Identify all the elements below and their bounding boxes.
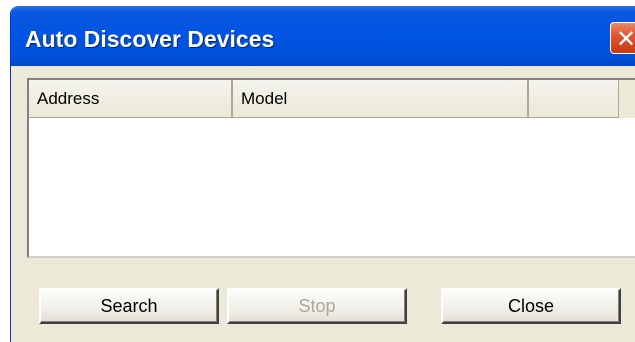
search-button[interactable]: Search [39, 288, 219, 324]
list-header: Address Model [29, 80, 635, 119]
auto-discover-dialog: Auto Discover Devices ✕ Address Model Se… [10, 6, 635, 342]
close-icon[interactable]: ✕ [610, 22, 635, 54]
column-header-empty[interactable] [529, 80, 619, 118]
dialog-title: Auto Discover Devices [25, 26, 275, 52]
column-header-model[interactable]: Model [233, 80, 529, 118]
title-bar[interactable]: Auto Discover Devices ✕ [11, 6, 635, 66]
stop-button: Stop [227, 288, 407, 324]
column-header-address[interactable]: Address [29, 80, 233, 118]
devices-list[interactable]: Address Model [27, 78, 635, 258]
close-button[interactable]: Close [441, 288, 621, 324]
list-body[interactable] [29, 118, 635, 256]
